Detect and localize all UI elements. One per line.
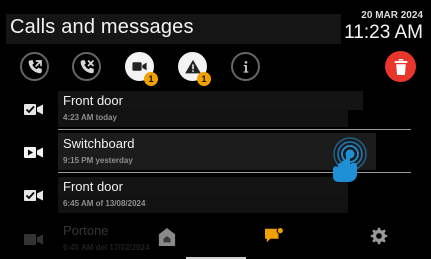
item-timestamp: 6:45 AM of 13/08/2024 — [63, 199, 146, 208]
header: Calls and messages 20 MAR 2024 11:23 AM — [0, 0, 431, 48]
video-message-read-icon — [24, 104, 43, 115]
video-message-read-icon — [24, 190, 43, 201]
video-camera-icon — [132, 62, 147, 71]
list-item[interactable]: Front door 4:23 AM today — [0, 88, 431, 130]
alarms-count-badge: 1 — [197, 72, 211, 86]
date-label: 20 MAR 2024 — [361, 10, 423, 21]
item-timestamp: 4:23 AM today — [63, 113, 117, 122]
item-name: Front door — [63, 179, 123, 194]
tab-missed-calls[interactable] — [72, 52, 101, 81]
gear-icon[interactable] — [370, 227, 388, 245]
trash-icon — [394, 58, 407, 75]
home-icon[interactable] — [158, 227, 176, 247]
item-name: Front door — [63, 93, 123, 108]
tab-info[interactable] — [231, 52, 260, 81]
phone-missed-icon — [80, 59, 94, 73]
calls-and-messages-screen: Calls and messages 20 MAR 2024 11:23 AM … — [0, 0, 431, 259]
tab-alarms[interactable]: 1 — [178, 52, 211, 86]
item-timestamp: 9:15 PM yesterday — [63, 156, 133, 165]
info-icon — [243, 60, 248, 73]
clock: 11:23 AM — [344, 22, 423, 43]
filter-tabs: 1 1 — [0, 48, 431, 86]
tap-gesture-icon — [333, 137, 367, 182]
tab-video-messages[interactable]: 1 — [125, 52, 158, 86]
tab-outgoing-calls[interactable] — [20, 52, 49, 81]
page-title: Calls and messages — [10, 16, 194, 38]
chat-bubble-icon[interactable] — [263, 227, 285, 245]
item-name: Switchboard — [63, 136, 135, 151]
divider — [58, 129, 411, 130]
delete-button[interactable] — [385, 51, 416, 82]
bottom-navigation — [0, 225, 431, 259]
video-messages-count-badge: 1 — [144, 72, 158, 86]
video-message-unread-icon — [24, 147, 43, 158]
phone-outgoing-icon — [28, 59, 42, 73]
